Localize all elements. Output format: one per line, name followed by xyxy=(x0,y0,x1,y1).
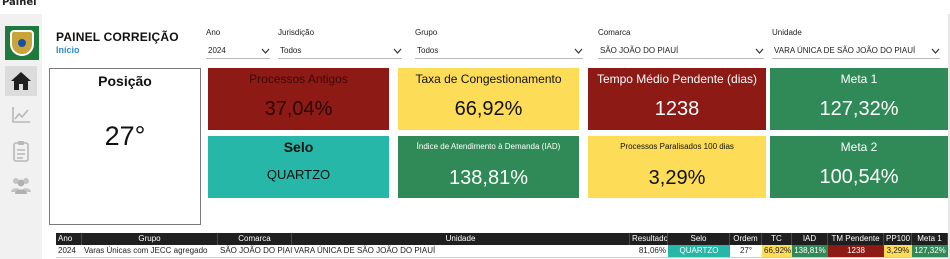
card-title: Tempo Médio Pendente (dias) xyxy=(596,72,758,86)
card-title: Taxa de Congestionamento xyxy=(415,72,562,86)
cell-ano: 2024 xyxy=(58,246,76,255)
cell-pp100: 3,29% xyxy=(884,245,912,257)
filter-label: Ano xyxy=(206,28,221,37)
column-header-unidade[interactable]: Unidade xyxy=(292,233,630,245)
filter-label: Unidade xyxy=(772,28,802,37)
card-value: 27° xyxy=(104,121,146,151)
filter-grupo[interactable]: Grupo Todos xyxy=(415,28,583,59)
card-meta-1: Meta 1 127,32% xyxy=(770,68,948,130)
page-subtitle[interactable]: Início xyxy=(56,45,80,55)
checklist-icon[interactable] xyxy=(5,136,37,166)
cell-resultado: 81,06% xyxy=(638,246,666,255)
filter-unidade[interactable]: Unidade VARA ÚNICA DE SÃO JOÃO DO PIAUÍ xyxy=(772,28,940,59)
page-title: PAINEL CORREIÇÃO xyxy=(56,30,179,44)
chevron-down-icon xyxy=(930,46,940,56)
people-icon[interactable] xyxy=(5,170,37,200)
cell-tm-pendente: 1238 xyxy=(828,245,884,257)
card-processos-paralisados: Processos Paralisados 100 dias 3,29% xyxy=(588,136,766,198)
court-logo xyxy=(5,26,39,60)
filter-select[interactable]: Todos xyxy=(278,43,402,59)
card-processos-antigos: Processos Antigos 37,04% xyxy=(208,68,389,130)
app-title: Painel xyxy=(2,0,37,8)
filter-select[interactable]: SÃO JOÃO DO PIAUÍ xyxy=(598,43,764,59)
card-tempo-medio-pendente: Tempo Médio Pendente (dias) 1238 xyxy=(588,68,766,130)
column-header-ano[interactable]: Ano xyxy=(56,233,82,245)
table-header: Ano Grupo Comarca Unidade Resultado Selo… xyxy=(56,233,948,245)
chevron-down-icon xyxy=(754,46,764,56)
chart-icon[interactable] xyxy=(5,100,37,130)
filter-jurisdicao[interactable]: Jurisdição Todos xyxy=(278,28,402,59)
filter-value: Todos xyxy=(280,46,302,55)
filter-select[interactable]: VARA ÚNICA DE SÃO JOÃO DO PIAUÍ xyxy=(772,43,940,59)
sidebar xyxy=(0,14,42,259)
cell-ordem: 27° xyxy=(739,246,753,255)
filter-ano[interactable]: Ano 2024 xyxy=(206,28,270,59)
card-value: 100,54% xyxy=(819,166,899,188)
filter-value: Todos xyxy=(417,46,439,55)
filter-label: Jurisdição xyxy=(278,28,315,37)
filter-value: SÃO JOÃO DO PIAUÍ xyxy=(600,46,679,55)
card-taxa-congestionamento: Taxa de Congestionamento 66,92% xyxy=(398,68,579,130)
filter-select[interactable]: 2024 xyxy=(206,43,270,59)
card-meta-2: Meta 2 100,54% xyxy=(770,136,948,198)
column-header-grupo[interactable]: Grupo xyxy=(82,233,218,245)
card-title: Processos Paralisados 100 dias xyxy=(620,142,734,151)
column-header-comarca[interactable]: Comarca xyxy=(218,233,292,245)
card-title: Processos Antigos xyxy=(249,72,348,86)
column-header-selo[interactable]: Selo xyxy=(668,233,730,245)
column-header-iad[interactable]: IAD xyxy=(792,233,828,245)
chevron-down-icon xyxy=(392,46,402,56)
card-title: Posição xyxy=(98,73,152,89)
filter-label: Grupo xyxy=(415,28,438,37)
card-value: 1238 xyxy=(654,98,700,120)
filter-value: 2024 xyxy=(208,46,226,55)
column-header-tc[interactable]: TC xyxy=(762,233,792,245)
card-selo: Selo QUARTZO xyxy=(208,136,389,198)
card-value: 3,29% xyxy=(648,167,706,189)
column-header-ordem[interactable]: Ordem xyxy=(730,233,762,245)
app-title-bar: Painel xyxy=(0,0,950,14)
filter-comarca[interactable]: Comarca SÃO JOÃO DO PIAUÍ xyxy=(598,28,764,59)
chevron-down-icon xyxy=(260,46,270,56)
cell-unidade: VARA ÚNICA DE SÃO JOÃO DO PIAUÍ xyxy=(294,246,436,255)
filter-select[interactable]: Todos xyxy=(415,43,583,59)
card-value: 66,92% xyxy=(454,98,523,120)
filter-value: VARA ÚNICA DE SÃO JOÃO DO PIAUÍ xyxy=(774,46,916,55)
cell-comarca: SÃO JOÃO DO PIAUÍ xyxy=(220,246,292,255)
cell-iad: 138,81% xyxy=(792,245,828,257)
table-row[interactable]: 2024 Varas Únicas com JECC agregado SÃO … xyxy=(56,245,948,258)
cell-meta1: 127,32% xyxy=(912,245,948,257)
card-iad: Índice de Atendimento à Demanda (IAD) 13… xyxy=(398,136,579,198)
cell-tc: 66,92% xyxy=(762,245,792,257)
card-value: 127,32% xyxy=(819,98,899,120)
home-icon[interactable] xyxy=(5,66,37,96)
cell-grupo: Varas Únicas com JECC agregado xyxy=(84,246,208,255)
cell-selo: QUARTZO xyxy=(668,245,730,257)
filter-label: Comarca xyxy=(598,28,631,37)
card-value: 37,04% xyxy=(264,98,333,120)
card-value: QUARTZO xyxy=(266,167,331,182)
card-title: Meta 2 xyxy=(840,140,878,154)
card-posicao: Posição 27° xyxy=(49,68,201,225)
column-header-tm-pendente[interactable]: TM Pendente xyxy=(828,233,884,245)
column-header-meta1[interactable]: Meta 1 xyxy=(912,233,948,245)
card-title: Meta 1 xyxy=(840,72,878,86)
card-title: Selo xyxy=(283,139,314,155)
card-title: Índice de Atendimento à Demanda (IAD) xyxy=(416,142,561,151)
card-value: 138,81% xyxy=(449,167,528,189)
results-table: Ano Grupo Comarca Unidade Resultado Selo… xyxy=(56,233,948,258)
column-header-pp100[interactable]: PP100 xyxy=(884,233,912,245)
column-header-resultado[interactable]: Resultado xyxy=(630,233,668,245)
chevron-down-icon xyxy=(573,46,583,56)
